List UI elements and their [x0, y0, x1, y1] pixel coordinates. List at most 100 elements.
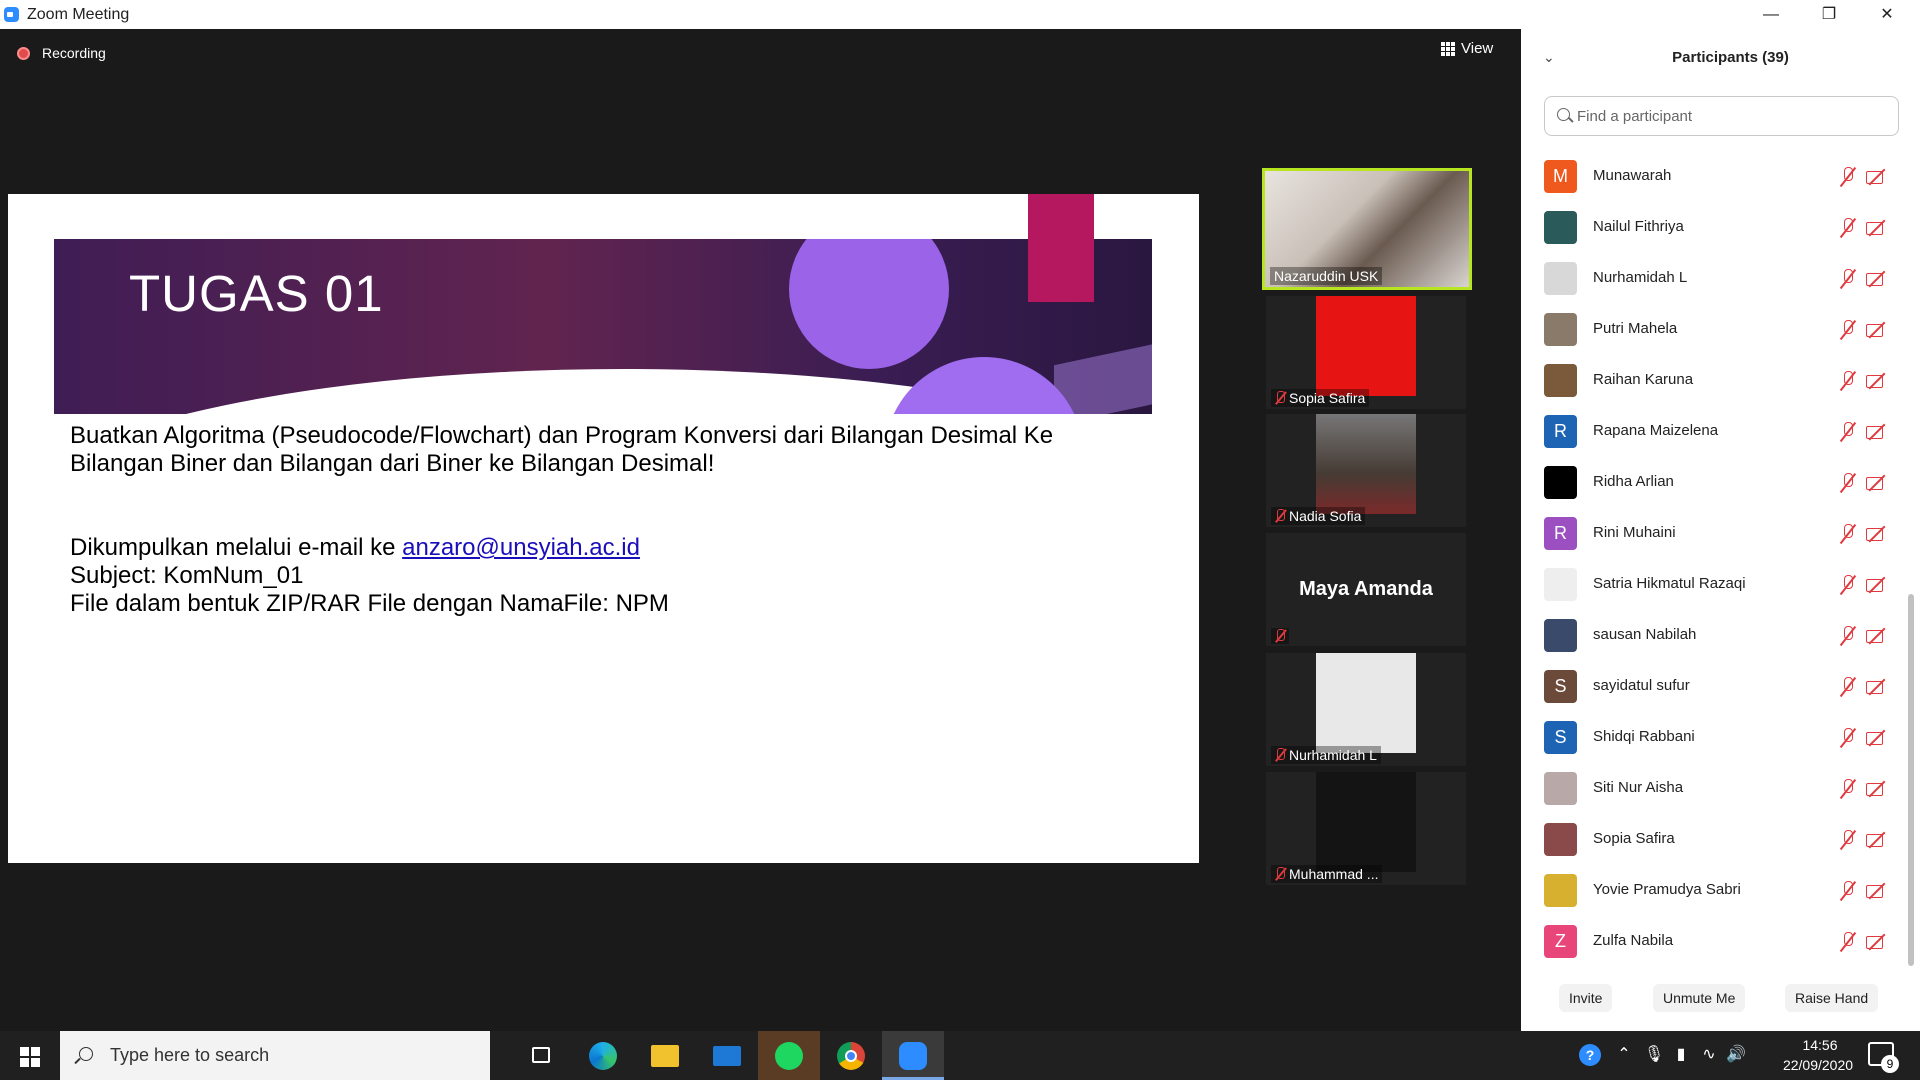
zoom-app[interactable] [882, 1031, 944, 1080]
chrome-icon [837, 1042, 865, 1070]
volume-icon[interactable]: 🔊 [1725, 1044, 1747, 1066]
muted-mic-icon[interactable] [1839, 676, 1857, 698]
decorative-circle [789, 239, 949, 369]
muted-mic-icon[interactable] [1839, 880, 1857, 902]
avatar [1544, 619, 1577, 652]
participant-row[interactable]: Putri Mahela [1521, 304, 1901, 355]
video-off-icon[interactable] [1866, 270, 1888, 288]
video-off-icon[interactable] [1866, 780, 1888, 798]
scrollbar[interactable] [1908, 594, 1914, 966]
avatar [1544, 568, 1577, 601]
start-button[interactable] [0, 1031, 60, 1080]
video-off-icon[interactable] [1866, 831, 1888, 849]
muted-mic-icon [1275, 629, 1285, 643]
raise-hand-button[interactable]: Raise Hand [1785, 984, 1879, 1012]
clock-date[interactable]: 22/09/2020 [1768, 1057, 1868, 1073]
grid-icon [1441, 41, 1455, 56]
video-off-icon[interactable] [1866, 168, 1888, 186]
close-button[interactable]: ✕ [1858, 0, 1916, 29]
avatar [1544, 466, 1577, 499]
muted-mic-icon[interactable] [1839, 829, 1857, 851]
muted-mic-icon[interactable] [1839, 778, 1857, 800]
video-tile[interactable]: Nurhamidah L [1266, 653, 1466, 766]
muted-mic-icon[interactable] [1839, 727, 1857, 749]
spotify-icon [775, 1042, 803, 1070]
chevron-up-icon[interactable]: ⌃ [1613, 1044, 1635, 1066]
task-view-button[interactable] [510, 1031, 572, 1080]
participant-name: Rapana Maizelena [1593, 422, 1719, 439]
video-off-icon[interactable] [1866, 729, 1888, 747]
folder-icon [651, 1045, 679, 1067]
participant-row[interactable]: Siti Nur Aisha [1521, 763, 1901, 814]
restore-button[interactable]: ❐ [1800, 0, 1858, 29]
video-off-icon[interactable] [1866, 321, 1888, 339]
spotify-app[interactable] [758, 1031, 820, 1080]
clock-time[interactable]: 14:56 [1790, 1037, 1850, 1053]
muted-mic-icon[interactable] [1839, 625, 1857, 647]
video-off-icon[interactable] [1866, 525, 1888, 543]
unmute-me-button[interactable]: Unmute Me [1653, 984, 1746, 1012]
minimize-button[interactable]: — [1742, 0, 1800, 29]
participant-row[interactable]: Sopia Safira [1521, 814, 1901, 865]
video-tile[interactable]: Maya Amanda [1266, 533, 1466, 646]
participant-row[interactable]: Nurhamidah L [1521, 253, 1901, 304]
participant-row[interactable]: Satria Hikmatul Razaqi [1521, 559, 1901, 610]
video-off-icon[interactable] [1866, 933, 1888, 951]
email-link[interactable]: anzaro@unsyiah.ac.id [402, 534, 640, 561]
invite-button[interactable]: Invite [1559, 984, 1613, 1012]
muted-mic-icon[interactable] [1839, 166, 1857, 188]
video-off-icon[interactable] [1866, 219, 1888, 237]
help-icon[interactable]: ? [1579, 1044, 1601, 1066]
video-tile[interactable]: Sopia Safira [1266, 296, 1466, 409]
edge-app[interactable] [572, 1031, 634, 1080]
muted-mic-icon[interactable] [1839, 421, 1857, 443]
participant-row[interactable]: Nailul Fithriya [1521, 202, 1901, 253]
video-off-icon[interactable] [1866, 474, 1888, 492]
participant-search-input[interactable] [1577, 105, 1877, 127]
participant-row[interactable]: R Rini Muhaini [1521, 508, 1901, 559]
taskbar-search[interactable]: Type here to search [60, 1031, 490, 1080]
zoom-icon [899, 1042, 927, 1070]
participant-row[interactable]: S Shidqi Rabbani [1521, 712, 1901, 763]
video-off-icon[interactable] [1866, 678, 1888, 696]
muted-mic-icon[interactable] [1839, 217, 1857, 239]
video-off-icon[interactable] [1866, 627, 1888, 645]
muted-mic-icon[interactable] [1839, 319, 1857, 341]
participants-panel: ⌄ Participants (39) M Munawarah Nailul Fit… [1521, 29, 1920, 1031]
mail-app[interactable] [696, 1031, 758, 1080]
participant-row[interactable]: Z Zulfa Nabila [1521, 916, 1901, 967]
muted-mic-icon[interactable] [1839, 472, 1857, 494]
recording-indicator[interactable]: Recording [17, 45, 106, 61]
chrome-app[interactable] [820, 1031, 882, 1080]
video-tile[interactable]: Nadia Sofia [1266, 414, 1466, 527]
participant-row[interactable]: R Rapana Maizelena [1521, 406, 1901, 457]
shared-screen-slide: TUGAS 01 Buatkan Algoritma (Pseudocode/F… [8, 194, 1199, 863]
microphone-icon[interactable]: 🎙 [1643, 1044, 1665, 1066]
muted-mic-icon[interactable] [1839, 523, 1857, 545]
wifi-icon[interactable]: ∿ [1698, 1044, 1720, 1066]
participant-row[interactable]: Ssayidatul sufur [1521, 661, 1901, 712]
muted-mic-icon[interactable] [1839, 574, 1857, 596]
file-explorer-app[interactable] [634, 1031, 696, 1080]
participant-row[interactable]: Ridha Arlian [1521, 457, 1901, 508]
slide-text: Dikumpulkan melalui e-mail ke anzaro@uns… [70, 534, 640, 562]
battery-icon[interactable]: ▮ [1670, 1044, 1692, 1066]
participant-search[interactable] [1544, 96, 1899, 136]
video-off-icon[interactable] [1866, 423, 1888, 441]
view-button[interactable]: View [1441, 40, 1493, 57]
video-off-icon[interactable] [1866, 372, 1888, 390]
participant-row[interactable]: sausan Nabilah [1521, 610, 1901, 661]
muted-mic-icon[interactable] [1839, 268, 1857, 290]
video-tile[interactable]: Muhammad ... [1266, 772, 1466, 885]
muted-mic-icon[interactable] [1839, 370, 1857, 392]
video-tile-active-speaker[interactable]: Nazaruddin USK [1262, 168, 1472, 290]
screen: Zoom Meeting — ❐ ✕ Recording View TUGAS … [0, 0, 1920, 1080]
mail-icon [713, 1046, 741, 1066]
participant-row[interactable]: M Munawarah [1521, 151, 1901, 202]
video-off-icon[interactable] [1866, 882, 1888, 900]
participant-row[interactable]: Yovie Pramudya Sabri [1521, 865, 1901, 916]
participant-name: Nurhamidah L [1593, 269, 1688, 286]
muted-mic-icon[interactable] [1839, 931, 1857, 953]
video-off-icon[interactable] [1866, 576, 1888, 594]
participant-row[interactable]: Raihan Karuna [1521, 355, 1901, 406]
